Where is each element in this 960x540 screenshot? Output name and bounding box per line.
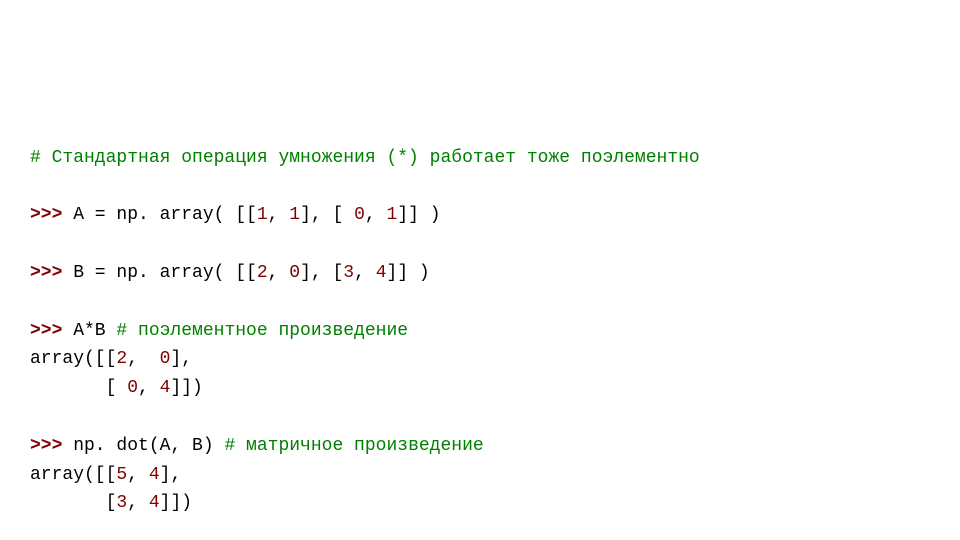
prompt-3: >>> xyxy=(30,321,62,341)
output-text: array([[ xyxy=(30,465,116,485)
output-text: , xyxy=(127,465,149,485)
output-text: ]]) xyxy=(160,493,192,513)
num: 3 xyxy=(116,493,127,513)
num: 2 xyxy=(257,263,268,283)
output-text: , xyxy=(138,378,160,398)
code-text: ], [ xyxy=(300,205,354,225)
num: 4 xyxy=(149,493,160,513)
comment-line-2: # поэлементное произведение xyxy=(116,321,408,341)
code-text: A*B xyxy=(62,321,116,341)
code-block: # Стандартная операция умножения (*) раб… xyxy=(0,0,960,518)
code-text: ], [ xyxy=(300,263,343,283)
num: 0 xyxy=(289,263,300,283)
num: 4 xyxy=(160,378,171,398)
code-text: , xyxy=(354,263,376,283)
code-text: ]] ) xyxy=(387,263,430,283)
num: 4 xyxy=(376,263,387,283)
code-text: , xyxy=(268,205,290,225)
prompt-2: >>> xyxy=(30,263,62,283)
num: 1 xyxy=(387,205,398,225)
prompt-4: >>> xyxy=(30,436,62,456)
output-text: ], xyxy=(160,465,182,485)
code-text: , xyxy=(268,263,290,283)
code-text: ]] ) xyxy=(397,205,440,225)
output-text: array([[ xyxy=(30,349,116,369)
num: 0 xyxy=(354,205,365,225)
num: 3 xyxy=(343,263,354,283)
num: 1 xyxy=(257,205,268,225)
code-text: B = np. array( [[ xyxy=(62,263,256,283)
output-text: , xyxy=(127,493,149,513)
num: 0 xyxy=(160,349,171,369)
num: 5 xyxy=(116,465,127,485)
num: 4 xyxy=(149,465,160,485)
code-text: , xyxy=(365,205,387,225)
num: 2 xyxy=(116,349,127,369)
prompt-1: >>> xyxy=(30,205,62,225)
comment-line-1: # Стандартная операция умножения (*) раб… xyxy=(30,148,700,168)
num: 0 xyxy=(127,378,138,398)
num: 1 xyxy=(289,205,300,225)
code-text: np. dot(A, B) xyxy=(62,436,224,456)
output-text: [ xyxy=(30,493,116,513)
comment-line-3: # матричное произведение xyxy=(224,436,483,456)
output-text: , xyxy=(127,349,159,369)
output-text: [ xyxy=(30,378,127,398)
output-text: ]]) xyxy=(170,378,202,398)
output-text: ], xyxy=(170,349,192,369)
code-text: A = np. array( [[ xyxy=(62,205,256,225)
